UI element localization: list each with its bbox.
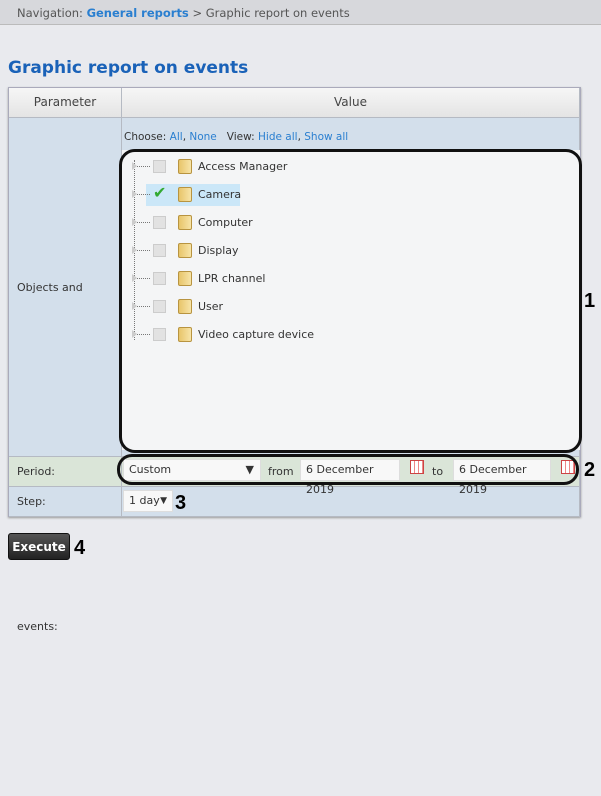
hide-all-link[interactable]: Hide all bbox=[258, 131, 298, 143]
callout-number: 3 bbox=[175, 492, 187, 514]
execute-button[interactable]: Execute bbox=[8, 533, 70, 560]
step-label: Step: bbox=[9, 487, 122, 517]
step-select[interactable]: 1 day ▼ bbox=[123, 490, 173, 512]
callout-number: 4 bbox=[74, 537, 86, 559]
dropdown-arrow-icon: ▼ bbox=[160, 496, 167, 506]
callout-oval-period bbox=[117, 454, 579, 485]
breadcrumb-general-reports[interactable]: General reports bbox=[87, 6, 189, 20]
step-cell bbox=[122, 487, 580, 517]
header-parameter: Parameter bbox=[9, 88, 122, 118]
choose-all-link[interactable]: All bbox=[170, 131, 183, 143]
callout-number: 2 bbox=[584, 459, 596, 481]
breadcrumb: Navigation: General reports > Graphic re… bbox=[0, 0, 601, 25]
objects-label: Objects and events: bbox=[9, 118, 122, 633]
callout-number: 1 bbox=[584, 290, 596, 312]
show-all-link[interactable]: Show all bbox=[304, 131, 348, 143]
header-value: Value bbox=[122, 88, 580, 118]
callout-oval-objects bbox=[119, 149, 582, 453]
choose-view-bar: Choose: All, None View: Hide all, Show a… bbox=[124, 131, 349, 143]
page-title: Graphic report on events bbox=[8, 58, 249, 78]
choose-none-link[interactable]: None bbox=[189, 131, 216, 143]
period-label: Period: bbox=[9, 457, 122, 487]
